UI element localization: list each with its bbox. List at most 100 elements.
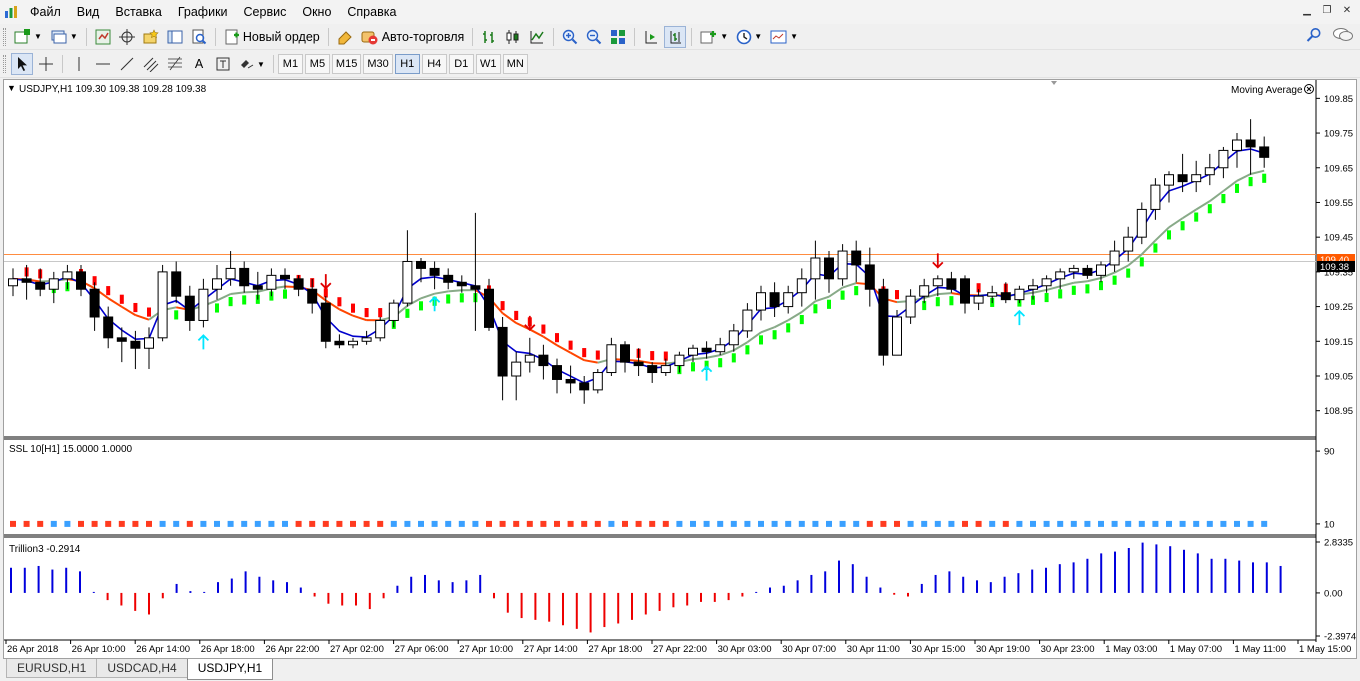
close-icon[interactable]: ✕	[1338, 3, 1356, 19]
timeframe-m15[interactable]: M15	[331, 54, 362, 74]
timeframe-m30[interactable]: M30	[363, 54, 393, 74]
time-tick-label: 27 Apr 18:00	[588, 644, 642, 655]
bull-candle	[511, 361, 522, 377]
strategy-tester-button[interactable]	[188, 26, 210, 48]
ssl-down-dot	[894, 520, 900, 527]
bull-candle	[1150, 184, 1161, 210]
cursor-arrow-icon	[18, 57, 27, 71]
menu-tools[interactable]: Сервис	[236, 0, 295, 24]
ssl-down-dot	[377, 520, 384, 527]
chat-icon[interactable]	[1332, 27, 1354, 43]
bull-signal-bar	[1167, 230, 1171, 240]
indicators-button[interactable]: ▼	[697, 26, 731, 48]
new-order-button[interactable]: Новый ордер	[221, 26, 323, 48]
fibonacci-button[interactable]	[164, 53, 186, 75]
slow-ma-segment	[937, 292, 952, 296]
market-watch-icon	[95, 29, 111, 44]
bull-candle	[1028, 285, 1038, 290]
ssl-tick-label: 90	[1324, 447, 1335, 458]
crosshair-tool-button[interactable]	[35, 53, 57, 75]
ssl-down-dot	[105, 520, 112, 527]
minimize-icon[interactable]: ▁	[1298, 3, 1316, 19]
ssl-up-dot	[730, 520, 737, 527]
zoom-out-button[interactable]	[583, 26, 605, 48]
menu-file[interactable]: Файл	[22, 0, 69, 24]
text-label-button[interactable]	[212, 53, 234, 75]
zoom-in-button[interactable]	[559, 26, 581, 48]
ssl-up-dot	[159, 520, 166, 527]
chart-window[interactable]: 109.85 109.75 109.65 109.55 109.45 109.35 109.…	[3, 79, 1357, 659]
autotrading-button[interactable]: Авто-торговля	[358, 26, 468, 48]
time-axis[interactable]: 26 Apr 2018 26 Apr 10:00 26 Apr 14:00 26 Ap…	[5, 640, 1351, 655]
menu-view[interactable]: Вид	[69, 0, 108, 24]
symbol-menu-arrow[interactable]: ▼	[7, 83, 16, 93]
bull-signal-bar	[405, 308, 410, 318]
line-chart-button[interactable]	[526, 26, 548, 48]
trendline-button[interactable]	[116, 53, 138, 75]
vertical-line-button[interactable]	[68, 53, 90, 75]
time-tick-label: 26 Apr 2018	[7, 644, 58, 655]
navigator-button[interactable]	[140, 26, 162, 48]
timeframe-h1[interactable]: H1	[394, 54, 420, 74]
timeframe-d1[interactable]: D1	[448, 54, 474, 74]
timeframe-h4[interactable]: H4	[421, 54, 447, 74]
terminal-window: Файл Вид Вставка Графики Сервис Окно Спр…	[0, 0, 1360, 681]
cursor-tool-button[interactable]	[11, 53, 33, 75]
auto-scroll-button[interactable]	[640, 26, 662, 48]
toolbar-right	[1306, 27, 1354, 43]
bull-signal-bar	[242, 295, 247, 305]
market-watch-button[interactable]	[92, 26, 114, 48]
timeframe-mn[interactable]: MN	[502, 54, 528, 74]
bull-candle	[62, 271, 73, 280]
profiles-button[interactable]: ▼	[47, 26, 81, 48]
shapes-button[interactable]: ▼	[236, 53, 268, 75]
tab-eurusd[interactable]: EURUSD,H1	[6, 659, 98, 678]
menu-window[interactable]: Окно	[294, 0, 339, 24]
toolbar-grip[interactable]	[3, 27, 6, 46]
chart-shift-button[interactable]	[664, 25, 687, 48]
tile-windows-button[interactable]	[607, 26, 629, 48]
ssl-up-dot	[1043, 520, 1050, 527]
horizontal-line-button[interactable]	[92, 53, 114, 75]
metaeditor-button[interactable]	[334, 26, 356, 48]
toolbar-grip[interactable]	[3, 55, 6, 73]
ssl-up-dot	[812, 520, 819, 527]
menu-insert[interactable]: Вставка	[107, 0, 169, 24]
text-tool-button[interactable]: A	[188, 53, 210, 75]
bear-candle	[1259, 146, 1270, 158]
periods-button[interactable]: ▼	[733, 26, 765, 48]
bear-signal-bar	[378, 308, 383, 318]
ssl-down-dot	[336, 520, 343, 527]
bear-candle	[579, 382, 590, 391]
ssl-down-dot	[350, 520, 356, 527]
restore-icon[interactable]: ❐	[1318, 3, 1336, 19]
tab-usdjpy[interactable]: USDJPY,H1	[186, 659, 274, 680]
ssl-down-dot	[78, 520, 84, 527]
ssl-up-dot	[241, 520, 248, 527]
candlestick-button[interactable]	[502, 26, 524, 48]
ssl-down-dot	[309, 520, 316, 527]
tab-usdcad[interactable]: USDCAD,H4	[96, 659, 188, 678]
bear-candle	[960, 278, 970, 304]
bar-chart-button[interactable]	[478, 26, 500, 48]
new-chart-button[interactable]: ▼	[11, 26, 45, 48]
bull-candle	[1191, 174, 1202, 183]
equidistant-channel-button[interactable]	[140, 53, 162, 75]
search-icon[interactable]	[1306, 27, 1322, 43]
menu-help[interactable]: Справка	[339, 0, 404, 24]
timeframe-w1[interactable]: W1	[475, 54, 501, 74]
timeframe-m5[interactable]: M5	[304, 54, 330, 74]
templates-button[interactable]: ▼	[767, 26, 801, 48]
chart-canvas[interactable]: 109.85109.75109.65109.55109.45109.35109.…	[4, 80, 1358, 660]
menu-charts[interactable]: Графики	[170, 0, 236, 24]
bull-signal-bar	[813, 304, 818, 314]
trendline-icon	[120, 57, 134, 71]
terminal-button[interactable]	[164, 26, 186, 48]
bull-candle	[756, 292, 766, 311]
bull-signal-bar	[1058, 289, 1063, 299]
ssl-up-dot	[676, 520, 683, 527]
data-window-button[interactable]	[116, 26, 138, 48]
timeframe-m1[interactable]: M1	[277, 54, 303, 74]
ssl-down-dot	[146, 520, 152, 527]
time-tick-label: 30 Apr 11:00	[847, 644, 900, 655]
